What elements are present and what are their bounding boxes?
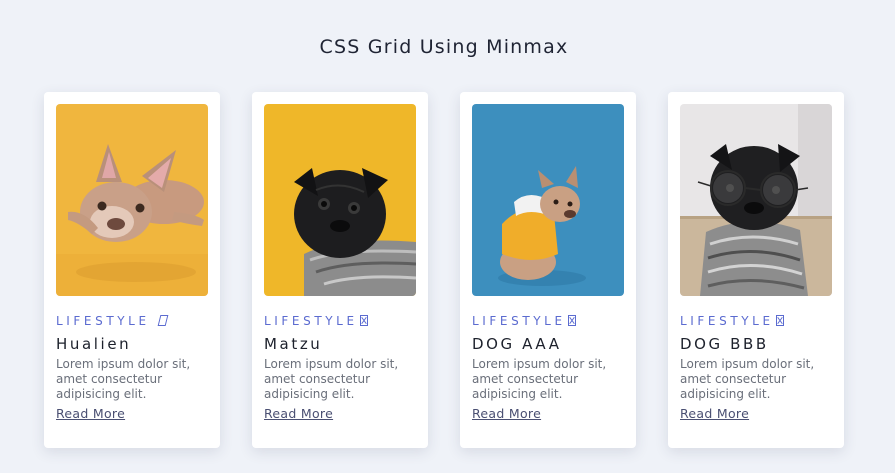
crossed-box-glyph-icon (359, 315, 368, 326)
crossed-box-glyph-icon (567, 315, 576, 326)
black-pug-photo (264, 104, 416, 296)
card-photo (680, 104, 832, 296)
card-photo (264, 104, 416, 296)
card-category: LIFESTYLE (680, 313, 832, 329)
pug-with-glasses-photo (680, 104, 832, 296)
card-photo (56, 104, 208, 296)
card-hualien: LIFESTYLE Hualien Lorem ipsum dolor sit,… (44, 92, 220, 448)
card-description: Lorem ipsum dolor sit, amet consectetur … (680, 357, 815, 401)
card-title: Matzu (264, 335, 323, 353)
card-photo (472, 104, 624, 296)
card-title: DOG AAA (472, 335, 562, 353)
card-title: DOG BBB (680, 335, 769, 353)
card-description: Lorem ipsum dolor sit, amet consectetur … (472, 357, 607, 401)
french-bulldog-photo (56, 104, 208, 296)
page-title: CSS Grid Using Minmax (319, 36, 569, 58)
crossed-box-glyph-icon (775, 315, 784, 326)
card-category: LIFESTYLE (56, 313, 208, 329)
card-matzu: LIFESTYLE Matzu Lorem ipsum dolor sit, a… (252, 92, 428, 448)
card-description: Lorem ipsum dolor sit, amet consectetur … (56, 357, 191, 401)
card-category: LIFESTYLE (264, 313, 416, 329)
card-description: Lorem ipsum dolor sit, amet consectetur … (264, 357, 399, 401)
read-more-link[interactable]: Read More (56, 406, 125, 421)
bulldog-in-hoodie-photo (472, 104, 624, 296)
read-more-link[interactable]: Read More (680, 406, 749, 421)
card-dog-bbb: LIFESTYLE DOG BBB Lorem ipsum dolor sit,… (668, 92, 844, 448)
card-grid: LIFESTYLE Hualien Lorem ipsum dolor sit,… (44, 92, 844, 448)
card-dog-aaa: LIFESTYLE DOG AAA Lorem ipsum dolor sit,… (460, 92, 636, 448)
read-more-link[interactable]: Read More (472, 406, 541, 421)
card-title: Hualien (56, 335, 132, 353)
card-category: LIFESTYLE (472, 313, 624, 329)
slanted-box-glyph-icon (157, 315, 169, 326)
read-more-link[interactable]: Read More (264, 406, 333, 421)
